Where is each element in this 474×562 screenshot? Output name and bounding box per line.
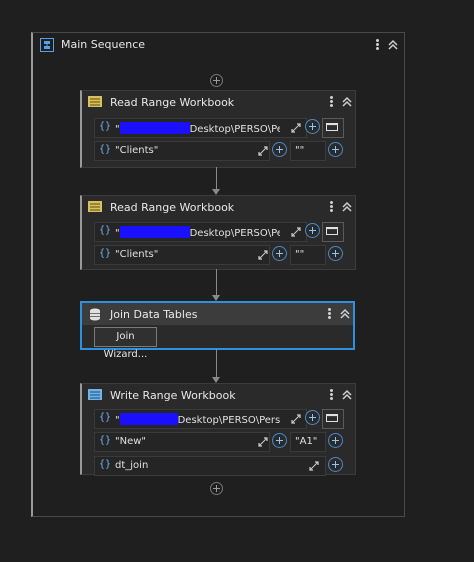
sequence-icon <box>40 38 54 52</box>
expand-icon[interactable] <box>291 414 301 424</box>
expression-braces-icon: {} <box>99 121 112 132</box>
plus-circle-icon[interactable] <box>328 433 343 448</box>
browse-folder-button[interactable] <box>322 409 344 429</box>
excel-read-icon <box>88 201 102 212</box>
excel-write-icon <box>88 389 102 400</box>
chevron-double-up-icon[interactable] <box>387 38 399 52</box>
workbook-path-text: "Desktop\PERSO\Persc <box>115 122 280 135</box>
activity-header: Read Range Workbook <box>82 91 355 113</box>
plus-circle-icon[interactable] <box>328 142 343 157</box>
activity-header: Join Data Tables <box>82 303 353 325</box>
expression-braces-icon: {} <box>99 144 112 155</box>
expand-icon[interactable] <box>291 227 301 237</box>
plus-circle-icon[interactable] <box>272 246 287 261</box>
plus-circle-icon[interactable] <box>272 142 287 157</box>
datatable-text: dt_join <box>115 460 149 471</box>
workbook-path-text: "Desktop\PERSO\Persc <box>115 226 280 239</box>
folder-icon <box>326 413 338 422</box>
datatable-field[interactable]: {} dt_join <box>94 456 326 476</box>
main-sequence-container[interactable]: Main Sequence Read Range Workbook {} " De… <box>31 32 405 517</box>
expand-icon[interactable] <box>258 250 268 260</box>
workbook-path-text: "Desktop\PERSO\Persc <box>115 413 280 426</box>
workbook-path-field[interactable]: {} "Desktop\PERSO\Persc <box>94 222 307 242</box>
sheet-name-text: "Clients" <box>115 145 159 156</box>
starting-cell-text: "A1" <box>295 436 318 447</box>
workbook-path-field[interactable]: {} "Desktop\PERSO\Persc <box>94 409 307 429</box>
expression-braces-icon: {} <box>99 435 112 446</box>
plus-circle-icon[interactable] <box>305 119 320 134</box>
read-range-workbook-activity-1[interactable]: Read Range Workbook {} " Desktop\PERSO\Pe… <box>80 90 356 168</box>
plus-circle-icon[interactable] <box>305 410 320 425</box>
expression-braces-icon: {} <box>99 459 112 470</box>
folder-icon <box>326 122 338 131</box>
add-activity-top-plus-icon[interactable] <box>210 74 223 87</box>
sequence-header: Main Sequence <box>33 33 404 57</box>
plus-circle-icon[interactable] <box>328 246 343 261</box>
more-vertical-icon[interactable] <box>325 307 333 321</box>
more-vertical-icon[interactable] <box>327 95 335 109</box>
activity-title: Read Range Workbook <box>110 201 235 214</box>
expand-icon[interactable] <box>258 146 268 156</box>
activity-header: Write Range Workbook <box>82 384 355 406</box>
sequence-title: Main Sequence <box>61 38 146 51</box>
expand-icon[interactable] <box>309 461 319 471</box>
join-data-tables-activity[interactable]: Join Data Tables Join Wizard... <box>80 301 355 360</box>
workbook-path-field[interactable]: {} "Desktop\PERSO\Persc <box>94 118 307 138</box>
flow-arrow <box>212 167 222 195</box>
browse-folder-button[interactable] <box>322 118 344 138</box>
add-activity-bottom-plus-icon[interactable] <box>210 482 223 495</box>
sheet-name-text: "New" <box>115 436 147 447</box>
browse-folder-button[interactable] <box>322 222 344 242</box>
sheet-name-field[interactable]: {} "Clients" <box>94 141 270 161</box>
more-vertical-icon[interactable] <box>327 200 335 214</box>
chevron-double-up-icon[interactable] <box>339 307 351 321</box>
excel-read-icon <box>88 96 102 107</box>
range-text: "" <box>295 145 305 156</box>
sheet-name-field[interactable]: {} "New" <box>94 432 270 452</box>
plus-circle-icon[interactable] <box>328 457 343 472</box>
read-range-workbook-activity-2[interactable]: Read Range Workbook {} " Desktop\PERSO\Pe… <box>80 195 356 270</box>
activity-title: Write Range Workbook <box>110 389 236 402</box>
write-range-workbook-activity[interactable]: Write Range Workbook {} " Desktop\PERSO\P… <box>80 383 356 476</box>
expand-icon[interactable] <box>291 123 301 133</box>
more-vertical-icon[interactable] <box>327 388 335 402</box>
folder-icon <box>326 226 338 235</box>
more-vertical-icon[interactable] <box>373 38 381 52</box>
activity-title: Read Range Workbook <box>110 96 235 109</box>
redaction-block <box>119 226 190 238</box>
flow-arrow <box>212 269 222 301</box>
starting-cell-field[interactable]: "A1" <box>290 432 326 452</box>
join-wizard-button[interactable]: Join Wizard... <box>94 327 157 360</box>
redaction-block <box>119 122 190 134</box>
sheet-name-field[interactable]: {} "Clients" <box>94 245 270 265</box>
sheet-name-text: "Clients" <box>115 249 159 260</box>
plus-circle-icon[interactable] <box>305 223 320 238</box>
flow-arrow <box>212 349 222 383</box>
activity-title: Join Data Tables <box>110 308 198 321</box>
chevron-double-up-icon[interactable] <box>341 388 353 402</box>
chevron-double-up-icon[interactable] <box>341 95 353 109</box>
chevron-double-up-icon[interactable] <box>341 200 353 214</box>
plus-circle-icon[interactable] <box>272 433 287 448</box>
range-field[interactable]: "" <box>290 245 326 265</box>
redaction-block <box>119 413 178 425</box>
range-text: "" <box>295 249 305 260</box>
expression-braces-icon: {} <box>99 225 112 236</box>
expression-braces-icon: {} <box>99 248 112 259</box>
expand-icon[interactable] <box>258 437 268 447</box>
range-field[interactable]: "" <box>290 141 326 161</box>
activity-header: Read Range Workbook <box>82 196 355 218</box>
expression-braces-icon: {} <box>99 412 112 423</box>
database-icon <box>90 308 100 321</box>
